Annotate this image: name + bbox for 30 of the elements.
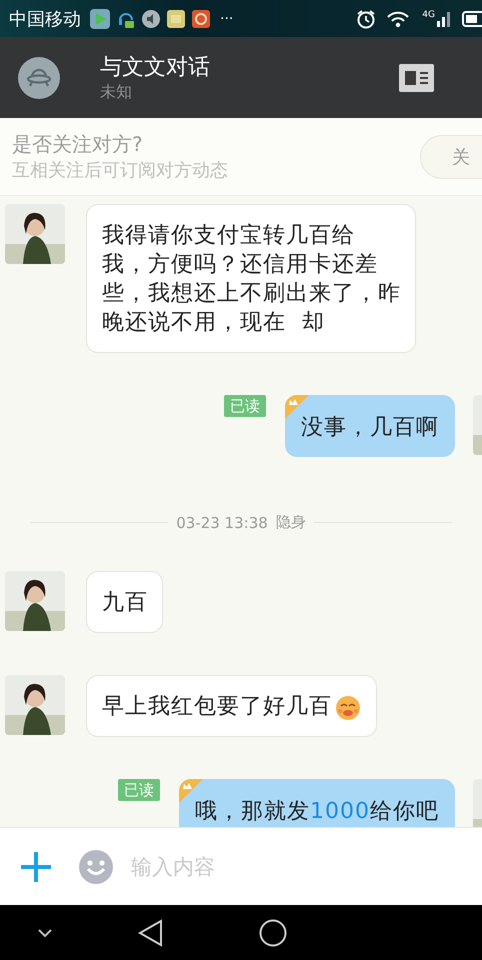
more-notifications: ··· (220, 10, 234, 26)
chat-title: 与文文对话 (100, 54, 211, 82)
plus-icon[interactable] (19, 850, 53, 884)
follow-button[interactable]: 关 (420, 134, 482, 178)
message-text: 没事，几百啊 (301, 415, 439, 440)
back-icon[interactable] (138, 918, 164, 946)
follow-hint: 互相关注后可订阅对方动态 (12, 158, 229, 182)
home-icon[interactable] (259, 918, 287, 946)
contact-status: 未知 (100, 82, 133, 102)
carrier-name: 中国移动 (9, 8, 81, 30)
contact-status: 隐身 (276, 513, 306, 532)
message-text: 哦，那就发1000给你吧 (195, 799, 439, 824)
app-icon (167, 10, 185, 28)
play-app-icon (90, 8, 110, 28)
read-receipt: 已读 (118, 779, 160, 801)
follow-question: 是否关注对方? (12, 130, 144, 158)
message-time: 03-23 13:38 (176, 514, 268, 532)
profile-card-icon[interactable] (399, 64, 434, 92)
wifi-icon (386, 10, 410, 28)
ufo-icon[interactable] (18, 56, 60, 98)
message-text: 我得请你支付宝转几百给 我，方便吗？还信用卡还差 些，我想还上不刷出来了，昨 晚还说不用，现在 却 (102, 222, 401, 337)
message-text: 早上我红包要了好几百 (102, 693, 332, 721)
network-type: 4G (422, 10, 435, 20)
alarm-icon (356, 8, 376, 28)
message-text: 九百 (102, 589, 148, 617)
signal-icon (436, 10, 452, 26)
speaker-icon (142, 10, 160, 28)
chevron-down-icon[interactable] (38, 928, 52, 936)
app-icon (192, 10, 210, 28)
read-receipt: 已读 (224, 395, 266, 417)
